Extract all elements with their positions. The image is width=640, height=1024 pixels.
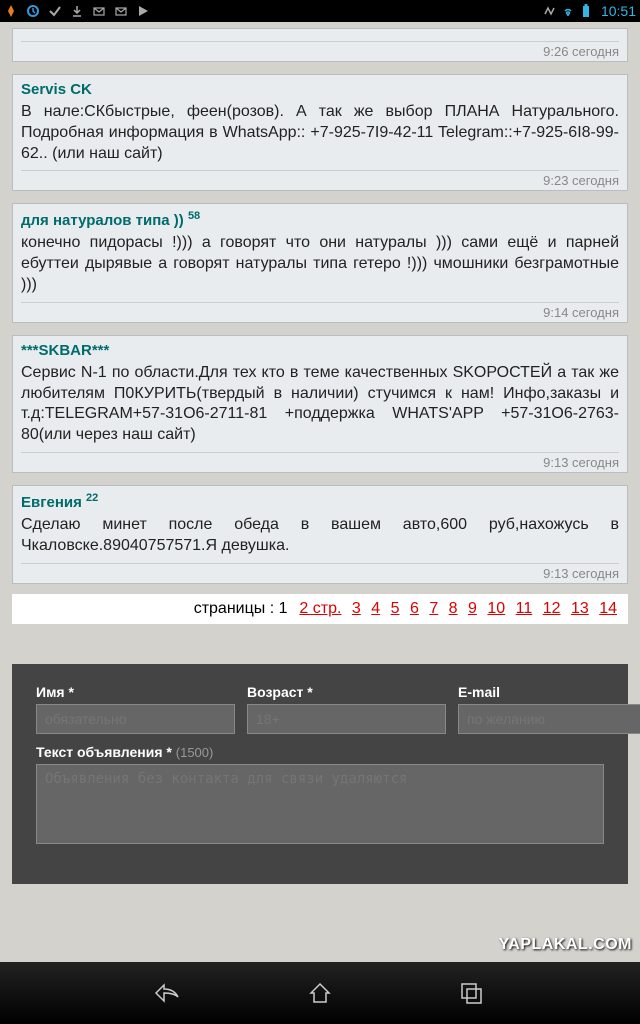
page-link[interactable]: 2 стр. xyxy=(299,600,341,617)
page-link[interactable]: 3 xyxy=(352,600,361,617)
home-button[interactable] xyxy=(304,977,336,1009)
page-link[interactable]: 10 xyxy=(487,600,505,617)
post-title: Евгения 22 xyxy=(21,492,619,511)
text-label: Текст объявления * (1500) xyxy=(36,744,604,760)
back-button[interactable] xyxy=(152,977,184,1009)
page-link[interactable]: 9 xyxy=(468,600,477,617)
name-field[interactable] xyxy=(36,704,235,734)
post: Евгения 22 Сделаю минет после обеда в ва… xyxy=(12,485,628,584)
mail-icon-2 xyxy=(114,4,128,18)
page-link[interactable]: 11 xyxy=(516,600,533,617)
post-body: В нале:СКбыстрые, феен(розов). А так же … xyxy=(21,102,619,164)
play-icon xyxy=(136,4,150,18)
post: 9:26 сегодня xyxy=(12,28,628,62)
wifi-icon xyxy=(561,4,575,18)
page-link[interactable]: 6 xyxy=(410,600,419,617)
post-time: 9:14 сегодня xyxy=(21,302,619,320)
watermark: YAPLAKAL.COM xyxy=(499,936,632,954)
app-icon-1 xyxy=(4,4,18,18)
post: для натуралов типа )) 58 конечно пидорас… xyxy=(12,203,628,322)
post-title: ***SKBAR*** xyxy=(21,342,619,359)
mail-icon xyxy=(92,4,106,18)
check-icon xyxy=(48,4,62,18)
post-body: конечно пидорасы !))) а говорят что они … xyxy=(21,233,619,295)
text-field[interactable] xyxy=(36,764,604,844)
content-area[interactable]: 9:26 сегодня Servis CK В нале:СКбыстрые,… xyxy=(0,22,640,962)
sync-icon xyxy=(26,4,40,18)
vibrate-icon xyxy=(543,4,557,18)
recent-button[interactable] xyxy=(456,977,488,1009)
post-time: 9:13 сегодня xyxy=(21,452,619,470)
email-field[interactable] xyxy=(458,704,640,734)
post-time: 9:26 сегодня xyxy=(21,41,619,59)
post: ***SKBAR*** Сервис N-1 по области.Для те… xyxy=(12,335,628,473)
post-time: 9:13 сегодня xyxy=(21,563,619,581)
download-icon xyxy=(70,4,84,18)
post-title: Servis CK xyxy=(21,81,619,98)
pagination: страницы : 1 2 стр. 3 4 5 6 7 8 9 10 11 … xyxy=(12,594,628,624)
post-title: для натуралов типа )) 58 xyxy=(21,210,619,229)
email-label: E-mail xyxy=(458,684,640,700)
page-link[interactable]: 8 xyxy=(449,600,458,617)
post-form: Имя * Возраст * E-mail Текст объявления … xyxy=(12,664,628,884)
page-link[interactable]: 12 xyxy=(543,600,561,617)
post-time: 9:23 сегодня xyxy=(21,170,619,188)
pagination-label: страницы : xyxy=(194,600,274,617)
android-nav-bar xyxy=(0,962,640,1024)
page-link[interactable]: 4 xyxy=(371,600,380,617)
pagination-current: 1 xyxy=(279,600,288,617)
battery-icon xyxy=(579,4,593,18)
clock: 10:51 xyxy=(601,3,636,19)
name-label: Имя * xyxy=(36,684,235,700)
post: Servis CK В нале:СКбыстрые, феен(розов).… xyxy=(12,74,628,191)
post-body: Сервис N-1 по области.Для тех кто в теме… xyxy=(21,363,619,446)
status-bar: 10:51 xyxy=(0,0,640,22)
page-link[interactable]: 7 xyxy=(429,600,438,617)
age-field[interactable] xyxy=(247,704,446,734)
page-link[interactable]: 14 xyxy=(599,600,617,617)
page-link[interactable]: 5 xyxy=(391,600,400,617)
page-link[interactable]: 13 xyxy=(571,600,589,617)
post-body: Сделаю минет после обеда в вашем авто,60… xyxy=(21,515,619,557)
age-label: Возраст * xyxy=(247,684,446,700)
